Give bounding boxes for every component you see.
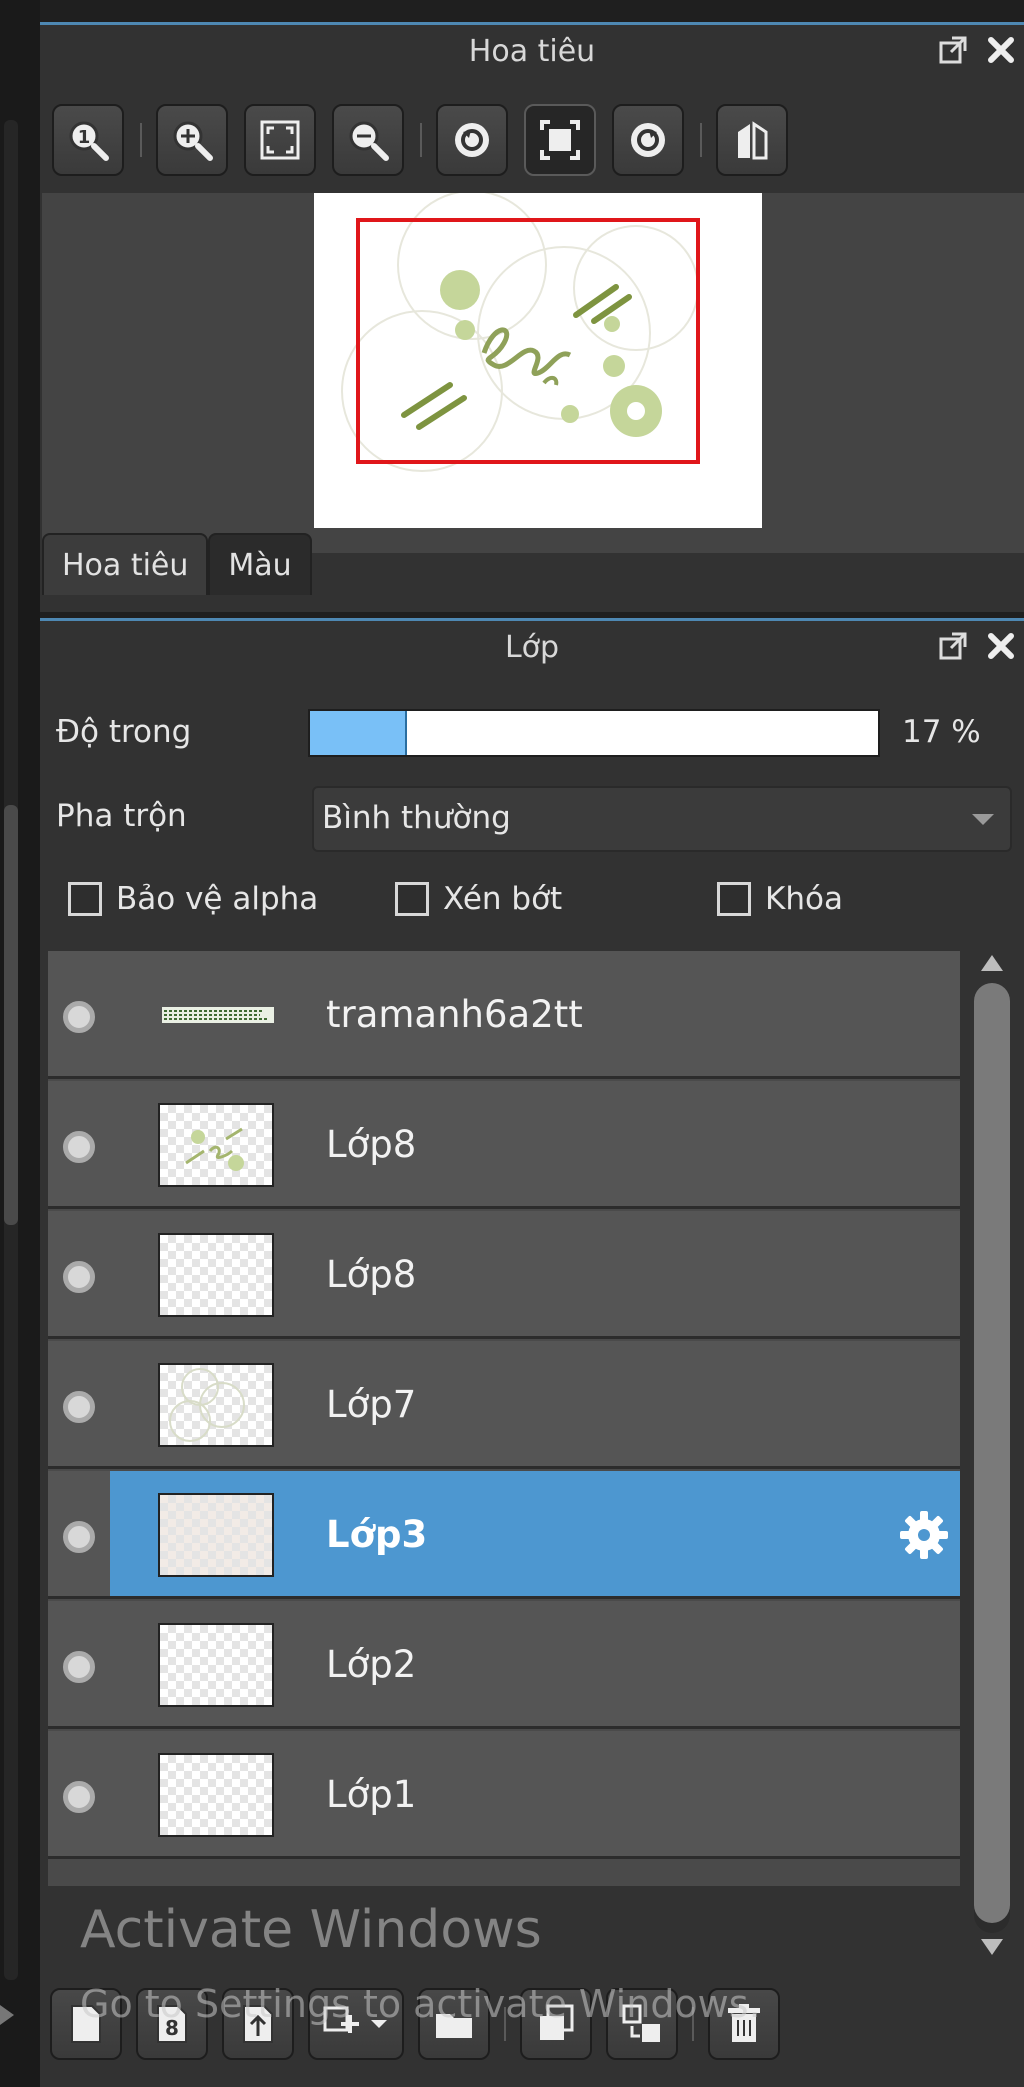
- lock-checkbox[interactable]: Khóa: [717, 881, 843, 917]
- close-icon[interactable]: [984, 629, 1018, 663]
- layer-thumbnail: [158, 1753, 274, 1837]
- layer-name: Lớp8: [326, 1123, 417, 1166]
- canvas-thumbnail: [314, 193, 762, 528]
- layer-name: Lớp8: [326, 1253, 417, 1296]
- panel-actions: [936, 33, 1018, 67]
- blend-mode-select[interactable]: Bình thường: [312, 786, 1012, 852]
- expand-arrow-icon[interactable]: [0, 2005, 14, 2025]
- layer-row[interactable]: Lớp1: [48, 1731, 960, 1859]
- visibility-toggle-icon[interactable]: [63, 1131, 95, 1163]
- scroll-up-icon[interactable]: [981, 955, 1003, 971]
- layer-thumbnail: [158, 1233, 274, 1317]
- layer-thumbnail: [158, 1623, 274, 1707]
- tab-navigator[interactable]: Hoa tiêu: [42, 533, 209, 595]
- visibility-toggle-icon[interactable]: [63, 1651, 95, 1683]
- opacity-slider[interactable]: [308, 709, 880, 757]
- layer-thumbnail: [158, 973, 274, 1057]
- tab-color[interactable]: Màu: [208, 533, 312, 595]
- chevron-down-icon: [972, 814, 994, 825]
- checkbox-box[interactable]: [68, 882, 102, 916]
- popout-icon[interactable]: [936, 629, 970, 663]
- rotate-left-icon[interactable]: [436, 104, 508, 176]
- lock-label: Khóa: [765, 881, 843, 917]
- navigator-panel: Hoa tiêu 1 Hoa tiêu Màu: [40, 22, 1024, 612]
- panel-title: Hoa tiêu: [468, 34, 596, 69]
- layer-name: Lớp2: [326, 1643, 417, 1686]
- layer-name: Lớp7: [326, 1383, 417, 1426]
- layers-scrollbar[interactable]: [964, 949, 1020, 1969]
- clipping-checkbox[interactable]: Xén bớt: [395, 881, 562, 917]
- navigator-tabs: Hoa tiêu Màu: [42, 533, 312, 595]
- checkbox-box[interactable]: [717, 882, 751, 916]
- opacity-slider-fill: [310, 711, 407, 755]
- activate-windows-title: Activate Windows: [80, 1900, 542, 1960]
- toolbar-separator: [700, 123, 702, 157]
- scrollbar-thumb[interactable]: [974, 983, 1010, 1923]
- layer-row[interactable]: Lớp2: [48, 1601, 960, 1729]
- layer-row[interactable]: Lớp8: [48, 1081, 960, 1209]
- blend-label: Pha trộn: [56, 798, 187, 834]
- zoom-in-icon[interactable]: [156, 104, 228, 176]
- layer-thumbnail: [158, 1363, 274, 1447]
- viewport-rectangle[interactable]: [356, 218, 700, 464]
- gear-icon[interactable]: [896, 1507, 952, 1563]
- activate-windows-subtitle: Go to Settings to activate Windows.: [80, 1982, 761, 2026]
- layers-panel: Lớp Độ trong 17 % Pha trộn Bình thường B…: [40, 618, 1024, 2087]
- checkbox-box[interactable]: [395, 882, 429, 916]
- fit-canvas-icon[interactable]: [524, 104, 596, 176]
- visibility-toggle-icon[interactable]: [63, 1781, 95, 1813]
- popout-icon[interactable]: [936, 33, 970, 67]
- navigator-toolbar: 1: [52, 103, 804, 177]
- opacity-row: Độ trong: [56, 714, 191, 750]
- layers-list: tramanh6a2tt Lớp8 Lớp8 Lớp7 Lớp3 Lớp2 Lớ…: [48, 951, 960, 1886]
- layer-name: Lớp1: [326, 1773, 417, 1816]
- zoom-out-icon[interactable]: [332, 104, 404, 176]
- layer-row-selected[interactable]: Lớp3: [48, 1471, 960, 1599]
- layer-thumbnail: [158, 1103, 274, 1187]
- visibility-toggle-icon[interactable]: [63, 1001, 95, 1033]
- blend-row: Pha trộn: [56, 798, 187, 834]
- clipping-label: Xén bớt: [443, 881, 563, 917]
- layer-name: tramanh6a2tt: [326, 993, 583, 1036]
- fit-screen-icon[interactable]: [244, 104, 316, 176]
- visibility-toggle-icon[interactable]: [63, 1391, 95, 1423]
- layer-thumbnail: [158, 1493, 274, 1577]
- panel-actions: [936, 629, 1018, 663]
- toolbar-separator: [420, 123, 422, 157]
- layer-row[interactable]: Lớp8: [48, 1211, 960, 1339]
- visibility-toggle-icon[interactable]: [63, 1521, 95, 1553]
- canvas-scrollbar-thumb[interactable]: [4, 805, 18, 1225]
- layer-row[interactable]: Lớp7: [48, 1341, 960, 1469]
- protect-alpha-checkbox[interactable]: Bảo vệ alpha: [68, 881, 318, 917]
- zoom-reset-icon[interactable]: 1: [52, 104, 124, 176]
- close-icon[interactable]: [984, 33, 1018, 67]
- canvas-edge: [0, 0, 40, 2087]
- layer-name: Lớp3: [326, 1513, 428, 1556]
- opacity-value: 17 %: [902, 714, 981, 750]
- layer-row[interactable]: tramanh6a2tt: [48, 951, 960, 1079]
- top-divider: [40, 0, 1024, 18]
- visibility-toggle-icon[interactable]: [63, 1261, 95, 1293]
- rotate-right-icon[interactable]: [612, 104, 684, 176]
- scroll-down-icon[interactable]: [981, 1939, 1003, 1955]
- navigator-preview[interactable]: [42, 193, 1024, 553]
- toolbar-separator: [140, 123, 142, 157]
- flip-icon[interactable]: [716, 104, 788, 176]
- protect-alpha-label: Bảo vệ alpha: [116, 881, 319, 917]
- blend-mode-value: Bình thường: [322, 800, 511, 836]
- panel-title: Lớp: [504, 630, 560, 665]
- opacity-label: Độ trong: [56, 714, 192, 750]
- svg-text:1: 1: [78, 127, 91, 148]
